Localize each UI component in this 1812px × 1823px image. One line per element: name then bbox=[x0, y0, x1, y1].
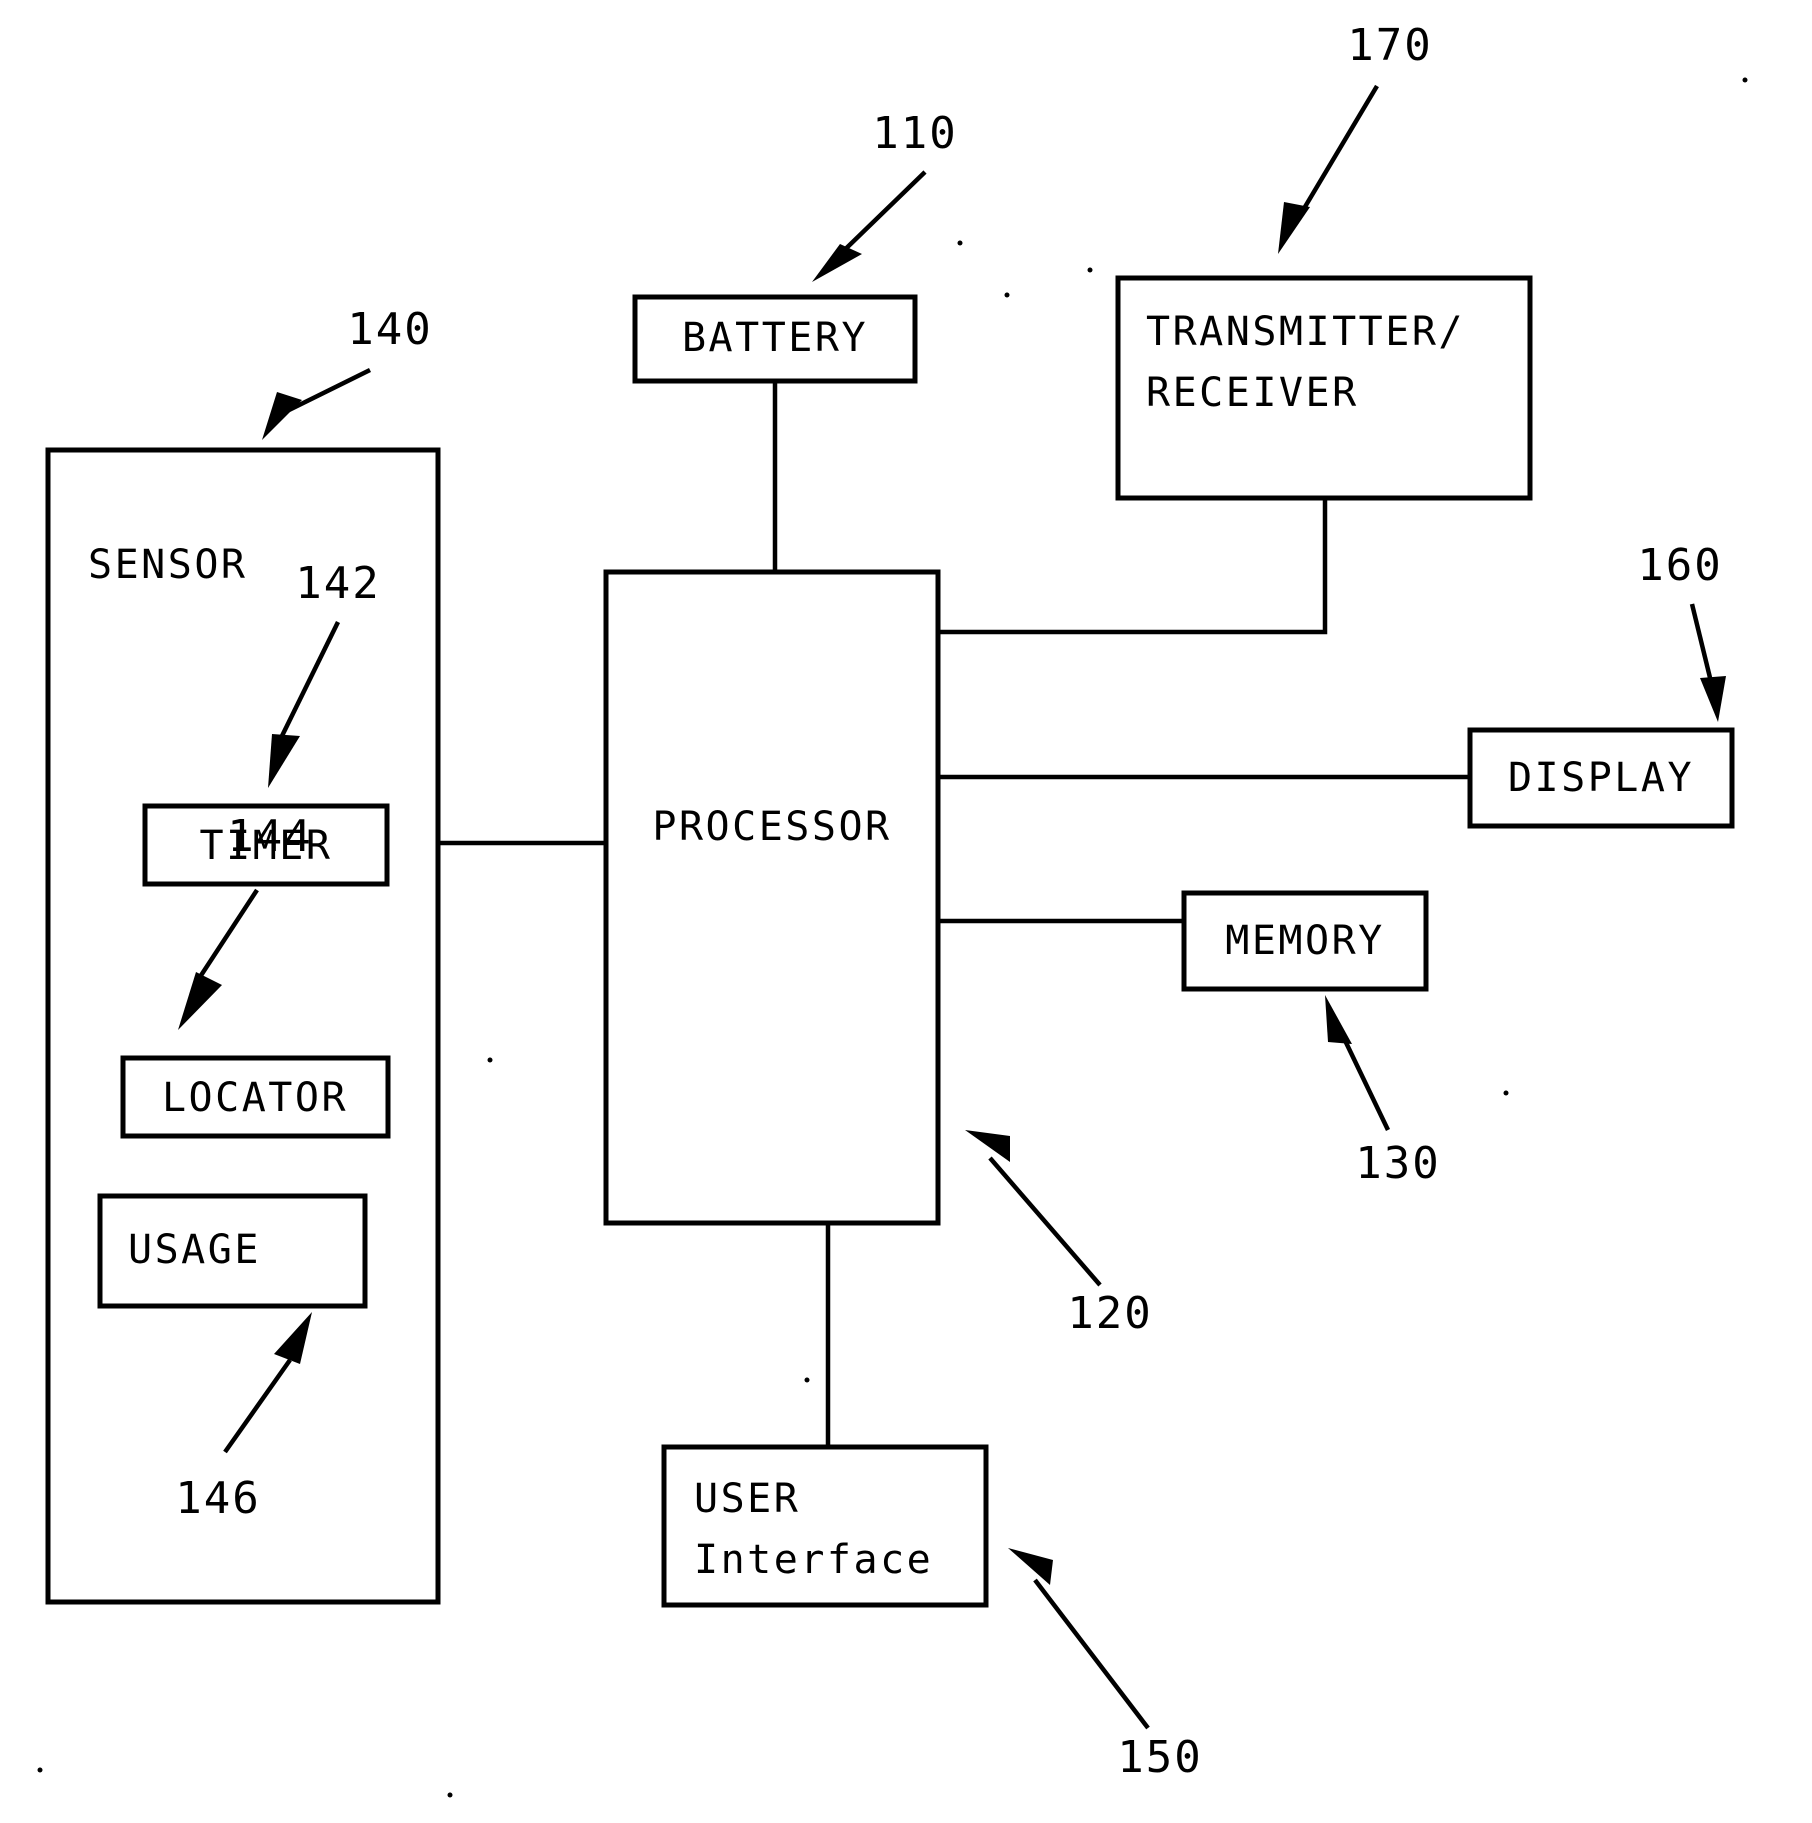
transmitter-receiver-label-line2: RECEIVER bbox=[1146, 370, 1359, 416]
block-user-interface[interactable]: USER Interface bbox=[661, 1444, 989, 1608]
memory-label: MEMORY bbox=[1225, 918, 1385, 964]
block-transmitter-receiver[interactable]: TRANSMITTER/ RECEIVER bbox=[1115, 275, 1533, 501]
reference-142-label: 142 bbox=[295, 558, 380, 609]
reference-130: 130 bbox=[1325, 995, 1440, 1189]
user-interface-label-line1: USER bbox=[694, 1476, 800, 1522]
speck bbox=[1503, 1090, 1509, 1096]
speck bbox=[37, 1767, 43, 1773]
patent-figure: BATTERY TRANSMITTER/ RECEIVER SENSOR TIM… bbox=[0, 0, 1812, 1823]
reference-170: 170 bbox=[1278, 20, 1432, 254]
reference-110-label: 110 bbox=[872, 108, 957, 159]
reference-120: 120 bbox=[965, 1130, 1152, 1339]
speck bbox=[957, 240, 963, 246]
reference-160-arrowhead bbox=[1700, 676, 1726, 722]
reference-110-arrowhead bbox=[812, 244, 862, 282]
reference-110: 110 bbox=[812, 108, 957, 282]
reference-160: 160 bbox=[1637, 540, 1726, 722]
reference-170-label: 170 bbox=[1347, 20, 1432, 71]
reference-120-label: 120 bbox=[1067, 1288, 1152, 1339]
speck bbox=[804, 1377, 810, 1383]
processor-box bbox=[603, 569, 941, 1226]
battery-label: BATTERY bbox=[682, 315, 868, 361]
reference-140-leader bbox=[284, 367, 371, 415]
speck bbox=[487, 1057, 493, 1063]
reference-120-leader bbox=[988, 1156, 1102, 1287]
connector-processor-transmitter bbox=[936, 500, 1328, 635]
block-usage[interactable]: USAGE bbox=[97, 1193, 368, 1309]
reference-130-leader bbox=[1337, 1029, 1391, 1131]
reference-140-label: 140 bbox=[347, 304, 432, 355]
block-battery[interactable]: BATTERY bbox=[632, 294, 918, 384]
usage-label: USAGE bbox=[128, 1227, 261, 1273]
speck bbox=[1004, 292, 1010, 298]
reference-130-arrowhead bbox=[1325, 995, 1352, 1044]
reference-150-label: 150 bbox=[1117, 1732, 1202, 1783]
transmitter-receiver-label-line1: TRANSMITTER/ bbox=[1146, 309, 1465, 355]
reference-160-label: 160 bbox=[1637, 540, 1722, 591]
display-label: DISPLAY bbox=[1508, 755, 1694, 801]
sensor-label: SENSOR bbox=[88, 542, 248, 588]
reference-150-leader bbox=[1033, 1578, 1150, 1730]
reference-144-label: 144 bbox=[227, 811, 312, 862]
reference-170-arrowhead bbox=[1278, 202, 1310, 254]
block-display[interactable]: DISPLAY bbox=[1467, 727, 1735, 829]
reference-130-label: 130 bbox=[1355, 1138, 1440, 1189]
reference-146-label: 146 bbox=[175, 1473, 260, 1524]
block-locator[interactable]: LOCATOR bbox=[120, 1055, 391, 1139]
block-diagram-canvas: BATTERY TRANSMITTER/ RECEIVER SENSOR TIM… bbox=[37, 20, 1748, 1798]
reference-150-arrowhead bbox=[1008, 1548, 1053, 1585]
speck bbox=[1087, 267, 1093, 273]
reference-140-arrowhead bbox=[262, 392, 302, 440]
user-interface-label-line2: Interface bbox=[694, 1537, 933, 1583]
locator-label: LOCATOR bbox=[162, 1075, 348, 1121]
block-memory[interactable]: MEMORY bbox=[1181, 890, 1429, 992]
block-processor[interactable]: PROCESSOR bbox=[603, 569, 941, 1226]
reference-160-leader bbox=[1689, 603, 1716, 691]
speck bbox=[447, 1792, 453, 1798]
reference-140: 140 bbox=[262, 304, 432, 440]
reference-150: 150 bbox=[1008, 1548, 1202, 1783]
reference-120-arrowhead bbox=[965, 1130, 1010, 1162]
speck bbox=[1742, 77, 1748, 83]
processor-label: PROCESSOR bbox=[652, 804, 891, 850]
